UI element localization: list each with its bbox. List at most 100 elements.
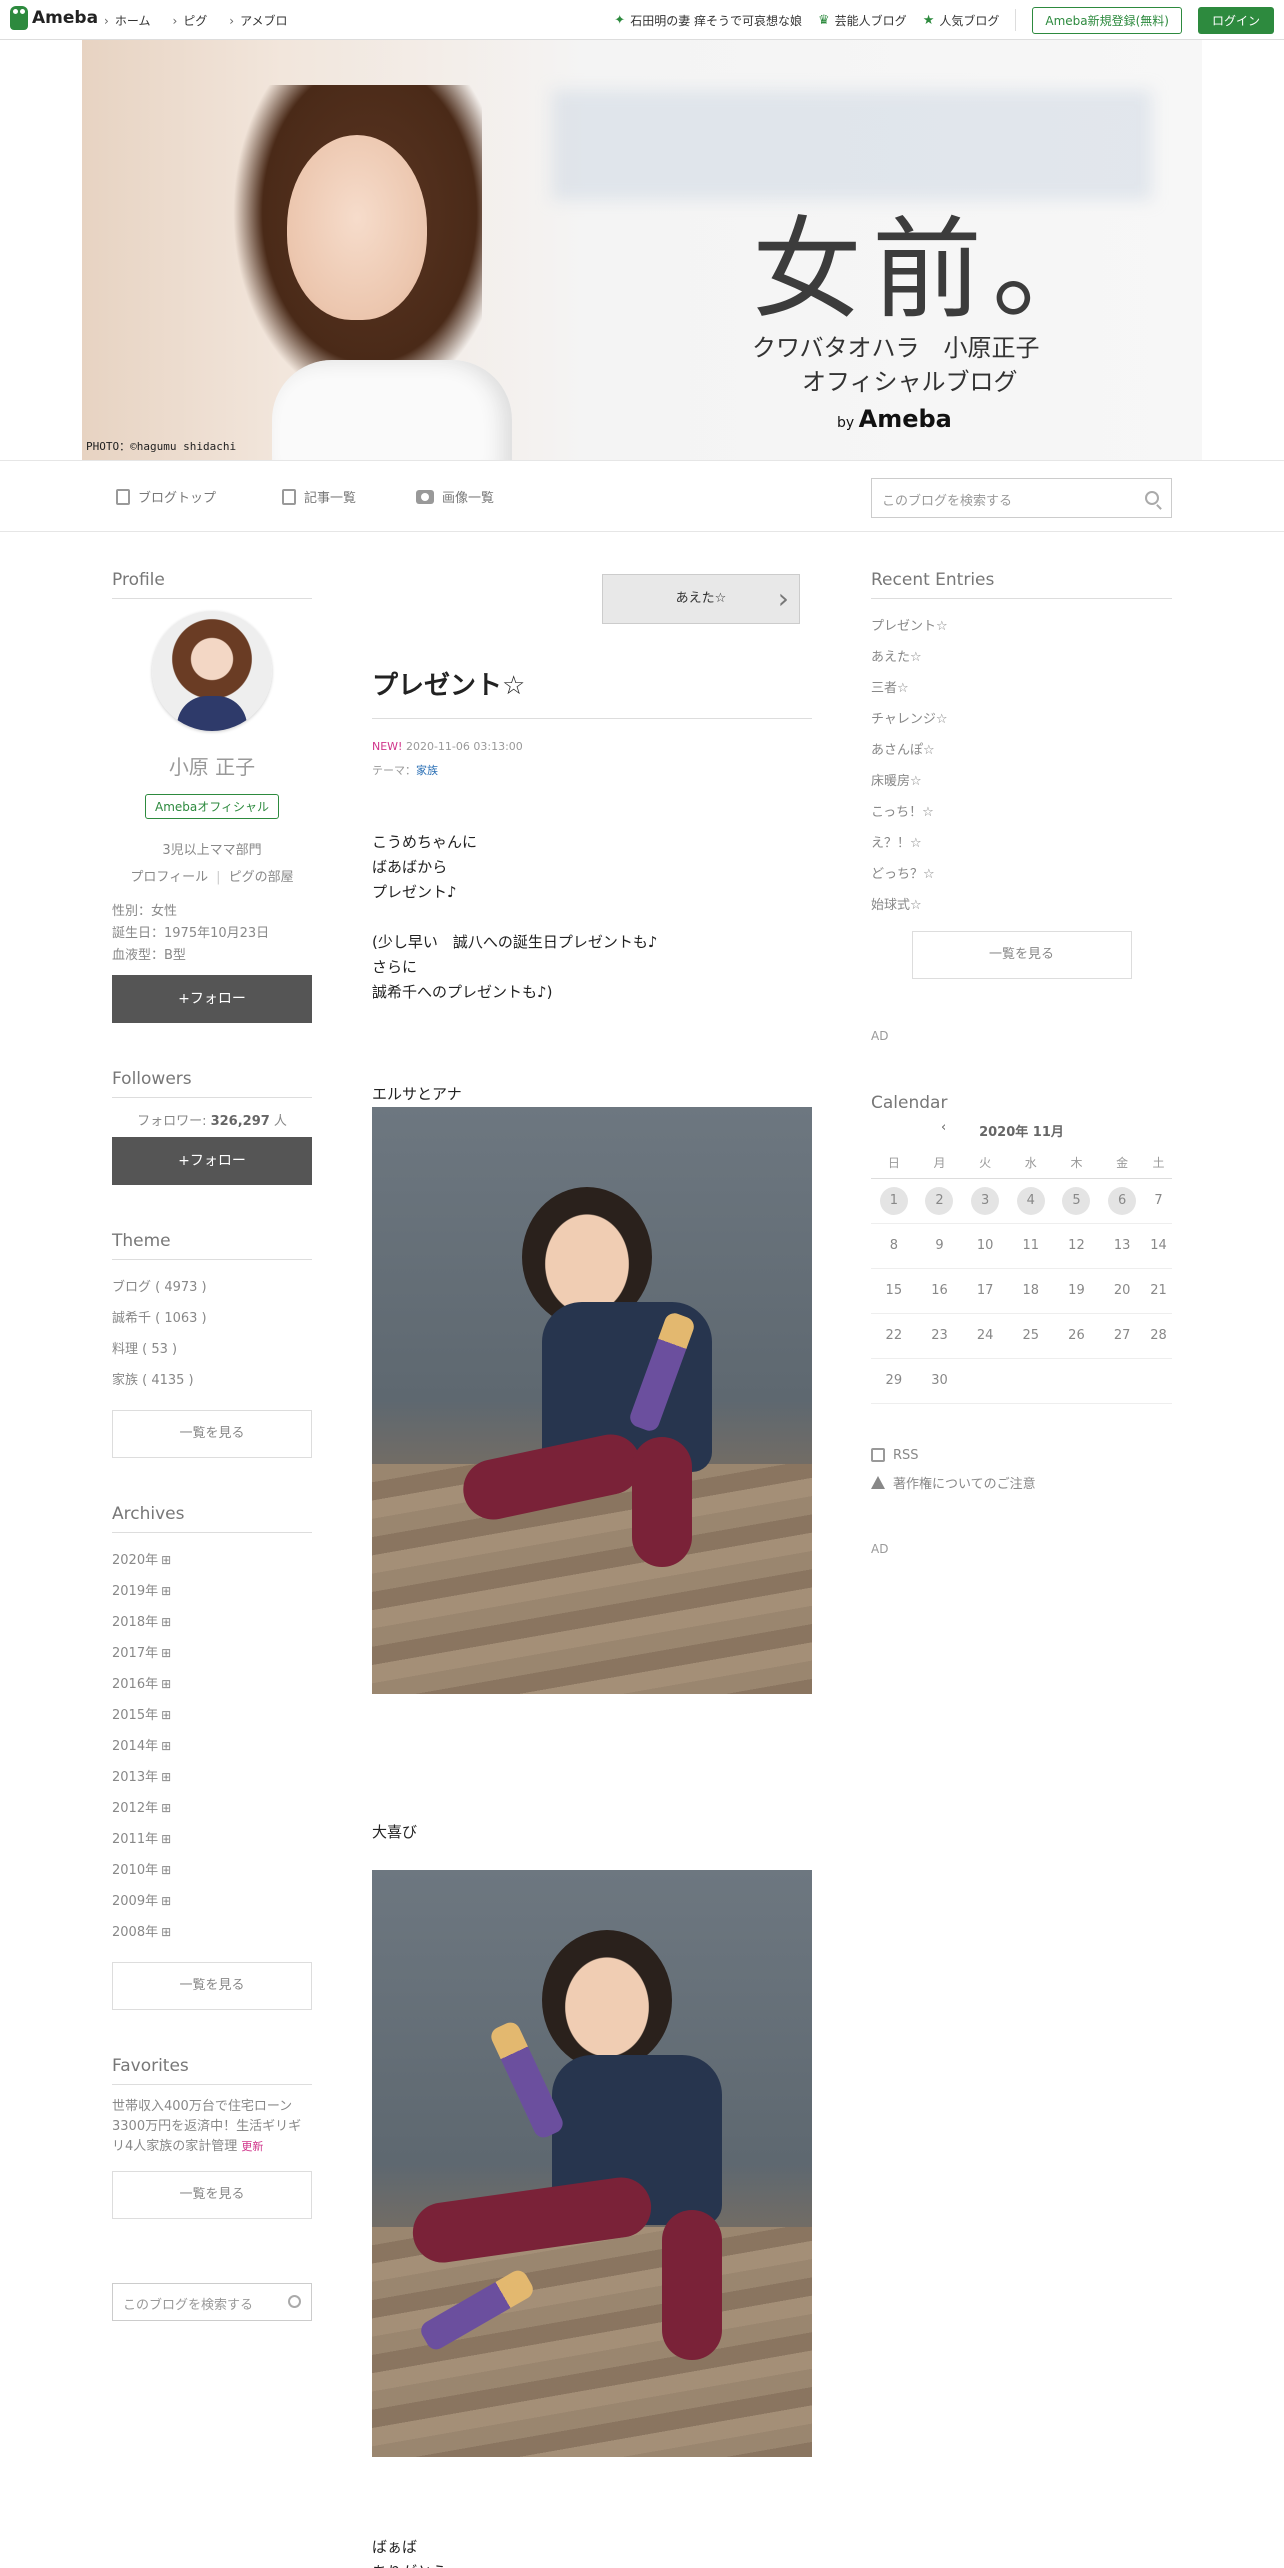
archive-year[interactable]: 2012年 (112, 1793, 312, 1824)
recent-more-button[interactable]: 一覧を見る (911, 931, 1132, 979)
calendar-day (1007, 1358, 1054, 1404)
calendar-day-label: 1 (879, 1186, 908, 1215)
blog-search-input[interactable]: このブログを検索する (871, 478, 1172, 518)
archive-year[interactable]: 2013年 (112, 1762, 312, 1793)
article-photo[interactable] (372, 1870, 812, 2457)
nav-ameblo[interactable]: アメブロ (229, 12, 287, 29)
follow-button[interactable]: +フォロー (112, 975, 312, 1023)
star-icon: ★ (922, 12, 935, 28)
theme-item[interactable]: 料理 ( 53 ) (112, 1334, 312, 1365)
register-button[interactable]: Ameba新規登録(無料) (1032, 6, 1182, 34)
calendar-day: 16 (916, 1268, 963, 1314)
calendar-day: 24 (962, 1313, 1008, 1359)
archive-year[interactable]: 2018年 (112, 1607, 312, 1638)
popular-blog-label: 人気ブログ (939, 13, 1000, 28)
nav-entry-list[interactable]: 記事一覧 (282, 487, 356, 506)
divider (1015, 9, 1017, 31)
chevron-left-icon[interactable]: ‹ (941, 1120, 946, 1135)
nav-blog-top[interactable]: ブログトップ (116, 487, 216, 506)
archive-year[interactable]: 2017年 (112, 1638, 312, 1669)
followers-count[interactable]: フォロワー: 326,297 人 (112, 1110, 312, 1129)
archives-more-button[interactable]: 一覧を見る (112, 1962, 312, 2010)
official-badge: Amebaオフィシャル (145, 794, 279, 819)
right-sidebar: Recent Entries プレゼント☆ あえた☆ 三者☆ チャレンジ☆ あさ… (871, 570, 1172, 1556)
recent-entry[interactable]: こっち！☆ (871, 797, 1172, 828)
archive-year[interactable]: 2015年 (112, 1700, 312, 1731)
recent-entry[interactable]: あさんぽ☆ (871, 735, 1172, 766)
calendar-day[interactable]: 3 (962, 1178, 1008, 1224)
recent-entry[interactable]: 三者☆ (871, 673, 1172, 704)
weekday: 土 (1144, 1148, 1172, 1179)
frog-icon (10, 6, 28, 30)
ameba-logo[interactable]: Ameba (10, 6, 98, 30)
archive-year[interactable]: 2016年 (112, 1669, 312, 1700)
article-title[interactable]: プレゼント☆ (372, 665, 812, 719)
calendar-day: 14 (1144, 1223, 1172, 1269)
copy-icon (282, 488, 296, 505)
theme-item[interactable]: 家族 ( 4135 ) (112, 1365, 312, 1396)
calendar-day-label: 24 (976, 1328, 994, 1343)
favorites-more-button[interactable]: 一覧を見る (112, 2171, 312, 2219)
featured-link-label: 石田明の妻 痒そうで可哀想な娘 (630, 13, 803, 28)
search-icon[interactable] (288, 2295, 301, 2308)
calendar-day-label: 7 (1154, 1193, 1163, 1208)
rss-link[interactable]: RSS (871, 1448, 1172, 1463)
profile-link[interactable]: プロフィール (130, 870, 208, 885)
sidebar-search-input[interactable]: このブログを検索する (112, 2283, 312, 2321)
nav-pigg[interactable]: ピグ (172, 12, 207, 29)
archive-year[interactable]: 2008年 (112, 1917, 312, 1948)
recent-entry[interactable]: え？！☆ (871, 828, 1172, 859)
login-button[interactable]: ログイン (1197, 6, 1274, 34)
favorite-blog-link[interactable]: 世帯収入400万台で住宅ローン3300万円を返済中！生活ギリギリ4人家族の家計管… (112, 2097, 312, 2157)
archive-year[interactable]: 2010年 (112, 1855, 312, 1886)
recent-entry[interactable]: プレゼント☆ (871, 611, 1172, 642)
archive-year[interactable]: 2019年 (112, 1576, 312, 1607)
popular-blog-link[interactable]: ★ 人気ブログ (923, 12, 1000, 29)
archive-year[interactable]: 2014年 (112, 1731, 312, 1762)
recent-entry[interactable]: チャレンジ☆ (871, 704, 1172, 735)
calendar-day: 22 (871, 1313, 917, 1359)
profile-blood: 血液型：B型 (112, 948, 186, 963)
calendar-month-label: 2020年 11月 (979, 1125, 1064, 1140)
theme-more-button[interactable]: 一覧を見る (112, 1410, 312, 1458)
recent-entries-heading: Recent Entries (871, 570, 1172, 599)
profile-category[interactable]: 3児以上ママ部門 (112, 839, 312, 858)
recent-entry[interactable]: 床暖房☆ (871, 766, 1172, 797)
nav-image-list[interactable]: 画像一覧 (416, 487, 494, 506)
recent-entry[interactable]: どっち？☆ (871, 859, 1172, 890)
calendar-day[interactable]: 6 (1099, 1178, 1145, 1224)
calendar-day[interactable]: 1 (871, 1178, 917, 1224)
celebrity-blog-label: 芸能人ブログ (834, 13, 907, 28)
search-icon[interactable] (1145, 491, 1159, 505)
avatar[interactable] (152, 611, 272, 731)
calendar-day-label: 8 (889, 1238, 898, 1253)
profile-name[interactable]: 小原 正子 (112, 751, 312, 780)
article-theme-link[interactable]: 家族 (416, 764, 438, 777)
celebrity-blog-link[interactable]: ♛ 芸能人ブログ (818, 12, 907, 29)
recent-entry[interactable]: 始球式☆ (871, 890, 1172, 921)
copyright-notice-link[interactable]: 著作権についてのご注意 (871, 1473, 1172, 1492)
next-entry-button[interactable]: あえた☆ (602, 574, 800, 624)
calendar-day-label: 13 (1113, 1238, 1131, 1253)
calendar-day[interactable]: 5 (1053, 1178, 1100, 1224)
follow-button-2[interactable]: +フォロー (112, 1137, 312, 1185)
profile-birthday: 誕生日：1975年10月23日 (112, 926, 270, 941)
pigg-room-link[interactable]: ピグの部屋 (229, 870, 294, 885)
calendar-day[interactable]: 2 (916, 1178, 963, 1224)
archive-year[interactable]: 2020年 (112, 1545, 312, 1576)
article-photo[interactable] (372, 1107, 812, 1694)
nav-home[interactable]: ホーム (104, 12, 151, 29)
calendar-day (1053, 1358, 1100, 1404)
blog-header-image[interactable]: 女前。 クワバタオハラ 小原正子 オフィシャルブログ by Ameba PHOT… (82, 40, 1202, 460)
archive-year[interactable]: 2011年 (112, 1824, 312, 1855)
portrait-shirt (272, 360, 512, 460)
calendar-day[interactable]: 4 (1007, 1178, 1054, 1224)
theme-item[interactable]: 誠希千 ( 1063 ) (112, 1303, 312, 1334)
new-badge: NEW! (372, 740, 403, 753)
featured-link[interactable]: ✦ 石田明の妻 痒そうで可哀想な娘 (614, 12, 802, 29)
recent-entry[interactable]: あえた☆ (871, 642, 1172, 673)
archives-heading: Archives (112, 1504, 312, 1533)
theme-item[interactable]: ブログ ( 4973 ) (112, 1272, 312, 1303)
archive-year[interactable]: 2009年 (112, 1886, 312, 1917)
calendar-day-label: 27 (1113, 1328, 1131, 1343)
